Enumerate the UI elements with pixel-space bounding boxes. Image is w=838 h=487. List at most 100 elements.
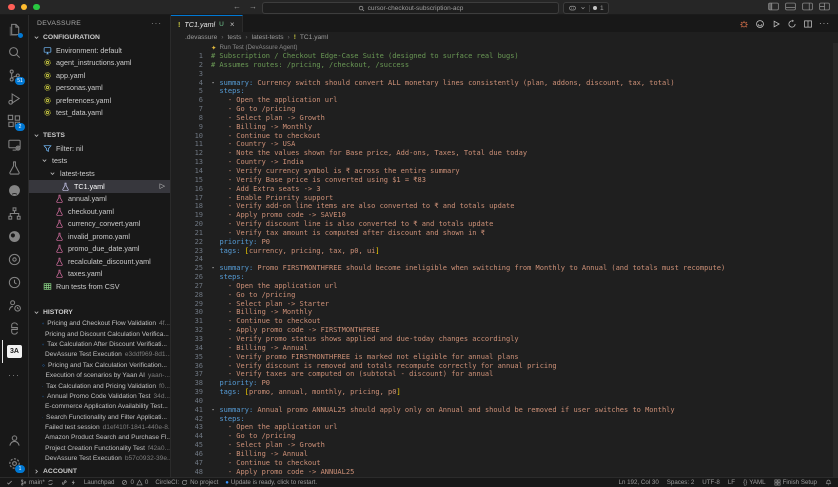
run-icon[interactable] — [771, 19, 781, 29]
config-file-item[interactable]: agent_instructions.yaml — [29, 57, 170, 70]
source-control-icon[interactable]: 51 — [2, 64, 26, 87]
problems-status[interactable]: 0 0 — [121, 479, 148, 486]
launchpad-status[interactable]: Launchpad — [84, 479, 115, 486]
test-file-item[interactable]: checkout.yaml — [29, 205, 170, 218]
notifications-bell[interactable] — [825, 479, 832, 486]
language-mode[interactable]: {} YAML — [743, 479, 766, 486]
target-icon[interactable] — [2, 248, 26, 271]
breadcrumb-item[interactable]: tests — [227, 34, 241, 41]
toggle-panel-icon[interactable] — [785, 2, 796, 11]
breadcrumb-item[interactable]: TC1.yaml — [300, 34, 328, 41]
section-account[interactable]: ACCOUNT — [29, 465, 170, 477]
command-center[interactable]: cursor-checkout-subscription-acp — [262, 2, 559, 14]
run-test-button[interactable]: ▷ — [160, 182, 165, 190]
org-chart-icon[interactable] — [2, 202, 26, 225]
run-test-codelens[interactable]: ✦ Run Test (DevAssure Agent) — [211, 43, 838, 52]
extensions-icon[interactable]: 2 — [2, 110, 26, 133]
remote-explorer-icon[interactable] — [2, 133, 26, 156]
test-file-item[interactable]: currency_convert.yaml — [29, 218, 170, 231]
history-item[interactable]: DevAssure Test Execution e3ddf969-8d1... — [29, 350, 170, 360]
config-file-item[interactable]: personas.yaml — [29, 82, 170, 95]
forward-button[interactable]: → — [249, 0, 257, 14]
dark-logo-icon[interactable] — [2, 225, 26, 248]
test-file-item[interactable]: recalculate_discount.yaml — [29, 255, 170, 268]
run-debug-icon[interactable] — [2, 87, 26, 110]
chat-button[interactable]: 1 — [563, 2, 609, 14]
history-item[interactable]: Annual Promo Code Validation Test 34d... — [29, 391, 170, 401]
devassure-logo-icon[interactable]: 3A — [1, 340, 27, 363]
eol[interactable]: LF — [728, 479, 735, 486]
tab-label: TC1.yaml — [184, 19, 216, 29]
more-views-icon[interactable]: ··· — [2, 363, 26, 386]
more-actions-icon[interactable]: ··· — [819, 19, 830, 28]
python-icon[interactable] — [2, 317, 26, 340]
section-tests[interactable]: TESTS — [29, 129, 170, 142]
cursor-position[interactable]: Ln 192, Col 30 — [619, 479, 659, 486]
rerun-icon[interactable] — [787, 19, 797, 29]
extension-logo-icon[interactable] — [755, 19, 765, 29]
test-beaker-icon[interactable] — [2, 156, 26, 179]
more-actions-icon[interactable]: ··· — [151, 19, 162, 28]
accounts-icon[interactable] — [2, 429, 26, 452]
test-file-item[interactable]: invalid_promo.yaml — [29, 230, 170, 243]
tab-tc1-yaml[interactable]: ! TC1.yaml U × — [171, 15, 243, 32]
breadcrumb-item[interactable]: latest-tests — [252, 34, 284, 41]
config-file-item[interactable]: app.yaml — [29, 69, 170, 82]
minimize-window-button[interactable] — [20, 3, 27, 11]
history-item[interactable]: Tax Calculation After Discount Verificat… — [29, 339, 170, 349]
person-history-icon[interactable] — [2, 294, 26, 317]
close-window-button[interactable] — [8, 3, 15, 11]
link-status[interactable] — [61, 479, 77, 486]
tests-filter[interactable]: Filter: nil — [29, 142, 170, 155]
history-item[interactable]: Amazon Product Search and Purchase Fl... — [29, 433, 170, 443]
history-item[interactable]: E-commerce Application Availability Test… — [29, 402, 170, 412]
circleci-status[interactable]: CircleCI: No project — [155, 479, 218, 486]
latest-tests-folder[interactable]: latest-tests — [29, 167, 170, 180]
close-tab-icon[interactable]: × — [230, 20, 235, 29]
environment-item[interactable]: Environment: default — [29, 44, 170, 57]
update-status[interactable]: ● Update is ready, click to restart. — [225, 479, 317, 486]
search-icon[interactable] — [2, 41, 26, 64]
test-file-item[interactable]: taxes.yaml — [29, 268, 170, 281]
history-item[interactable]: Pricing and Tax Calculation Verification… — [29, 360, 170, 370]
history-item[interactable]: Pricing and Discount Calculation Verific… — [29, 329, 170, 339]
history-item[interactable]: Project Creation Functionality Test f42a… — [29, 443, 170, 453]
editor-scrollbar[interactable] — [833, 43, 838, 477]
back-button[interactable]: ← — [233, 0, 241, 14]
split-editor-icon[interactable] — [803, 19, 813, 29]
history-item[interactable]: Failed test session d1ef410f-1841-440e-8… — [29, 422, 170, 432]
clock-icon[interactable] — [2, 271, 26, 294]
section-configuration[interactable]: CONFIGURATION — [29, 31, 170, 44]
section-history[interactable]: HISTORY — [29, 306, 170, 319]
history-item[interactable]: Tax Calculation and Pricing Validation f… — [29, 381, 170, 391]
chevron-down-icon — [581, 7, 585, 10]
history-item[interactable]: Search Functionality and Filter Applicat… — [29, 412, 170, 422]
history-item[interactable]: DevAssure Test Execution b57c0932-39e... — [29, 454, 170, 464]
encoding[interactable]: UTF-8 — [702, 479, 720, 486]
run-tests-from-csv[interactable]: Run tests from CSV — [29, 280, 170, 293]
history-item[interactable]: Pricing and Checkout Flow Validation 4f.… — [29, 319, 170, 329]
bug-icon[interactable] — [739, 19, 749, 29]
toggle-primary-sidebar-icon[interactable] — [768, 2, 779, 11]
source-control-badge: 51 — [15, 77, 25, 85]
test-file-item[interactable]: annual.yaml — [29, 193, 170, 206]
settings-gear-icon[interactable]: 1 — [2, 452, 26, 475]
config-file-item[interactable]: preferences.yaml — [29, 94, 170, 107]
history-item[interactable]: Execution of scenarios by Yaan AI yaan-.… — [29, 370, 170, 380]
indentation[interactable]: Spaces: 2 — [667, 479, 695, 486]
git-branch-status[interactable]: main* — [20, 479, 54, 486]
toggle-secondary-sidebar-icon[interactable] — [802, 2, 813, 11]
test-file-item[interactable]: promo_due_date.yaml — [29, 243, 170, 256]
breadcrumb-item[interactable]: .devassure — [185, 34, 217, 41]
config-file-item[interactable]: test_data.yaml — [29, 107, 170, 120]
check-status[interactable] — [6, 479, 13, 486]
github-icon[interactable] — [2, 179, 26, 202]
test-file-item-selected[interactable]: TC1.yaml ▷ — [29, 179, 170, 193]
tests-folder[interactable]: tests — [29, 155, 170, 168]
finish-setup[interactable]: Finish Setup — [774, 479, 817, 486]
maximize-window-button[interactable] — [33, 3, 40, 11]
customize-layout-icon[interactable] — [819, 2, 830, 11]
beaker-icon — [56, 245, 63, 254]
code-line: 5 steps: — [198, 87, 245, 96]
explorer-icon[interactable] — [2, 18, 26, 41]
